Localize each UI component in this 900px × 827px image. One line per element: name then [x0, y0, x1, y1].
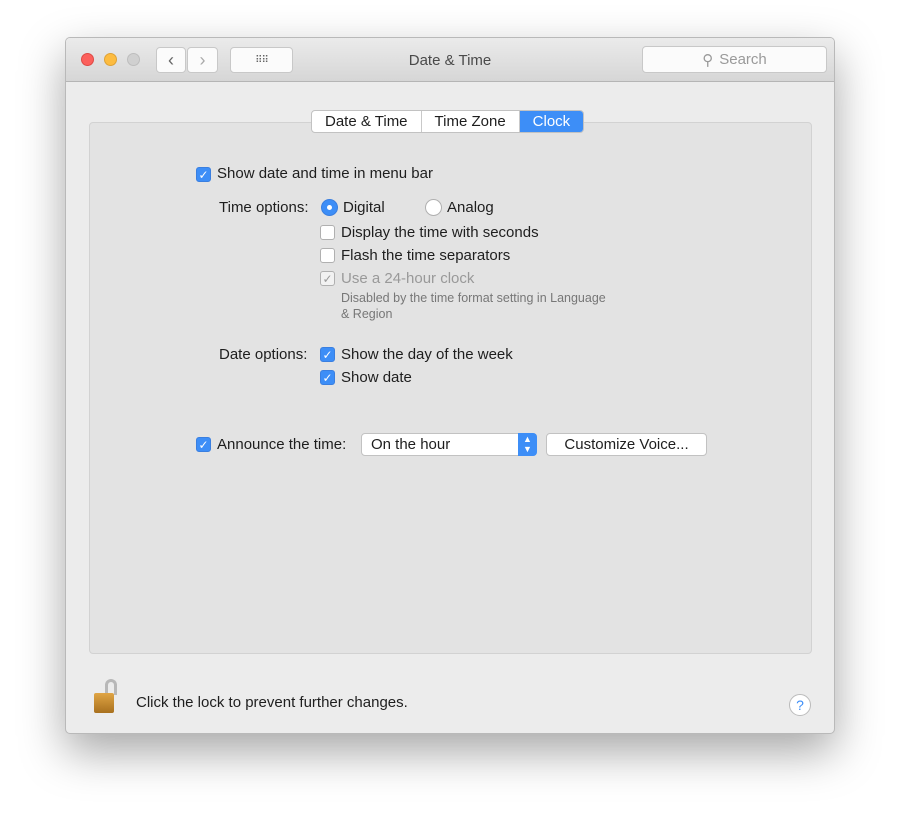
- flash-separators-label: Flash the time separators: [341, 247, 511, 264]
- help-button[interactable]: ?: [789, 694, 811, 716]
- seconds-label: Display the time with seconds: [341, 224, 539, 241]
- flash-separators-checkbox[interactable]: [320, 248, 335, 263]
- time-options-label: Time options:: [219, 199, 309, 216]
- updown-chevron-icon: ▲ ▼: [518, 433, 537, 456]
- show-in-menu-bar-label: Show date and time in menu bar: [217, 165, 433, 182]
- digital-label: Digital: [343, 199, 385, 216]
- search-placeholder: Search: [719, 51, 767, 68]
- tab-date-time[interactable]: Date & Time: [312, 111, 422, 132]
- day-of-week-checkbox[interactable]: ✓: [320, 347, 335, 362]
- day-of-week-label: Show the day of the week: [341, 346, 513, 363]
- show-date-label: Show date: [341, 369, 412, 386]
- lock-icon[interactable]: [93, 679, 121, 715]
- search-field[interactable]: ⚲ Search: [642, 46, 827, 73]
- analog-label: Analog: [447, 199, 494, 216]
- announce-interval-value: On the hour: [371, 436, 451, 453]
- seconds-checkbox[interactable]: [320, 225, 335, 240]
- show-date-checkbox[interactable]: ✓: [320, 370, 335, 385]
- show-in-menu-bar-checkbox[interactable]: ✓: [196, 167, 211, 182]
- announce-time-checkbox[interactable]: ✓: [196, 437, 211, 452]
- tab-time-zone[interactable]: Time Zone: [422, 111, 520, 132]
- customize-voice-button[interactable]: Customize Voice...: [546, 433, 707, 456]
- analog-radio[interactable]: [425, 199, 442, 216]
- digital-radio[interactable]: [321, 199, 338, 216]
- title-bar: ‹ › ⠿⠿ Date & Time ⚲ Search: [66, 38, 834, 82]
- announce-time-label: Announce the time:: [217, 436, 347, 453]
- 24-hour-note-2: & Region: [341, 307, 393, 321]
- search-icon: ⚲: [702, 51, 714, 69]
- announce-interval-select[interactable]: On the hour ▲ ▼: [361, 433, 537, 456]
- 24-hour-label: Use a 24-hour clock: [341, 270, 475, 287]
- preferences-window: ‹ › ⠿⠿ Date & Time ⚲ Search Date & Time T…: [65, 37, 835, 734]
- lock-message: Click the lock to prevent further change…: [136, 694, 408, 711]
- date-options-label: Date options:: [219, 346, 308, 363]
- tab-bar: Date & Time Time Zone Clock: [311, 110, 585, 133]
- tab-clock[interactable]: Clock: [519, 111, 584, 132]
- 24-hour-checkbox: ✓: [320, 271, 335, 286]
- 24-hour-note: Disabled by the time format setting in L…: [341, 291, 606, 305]
